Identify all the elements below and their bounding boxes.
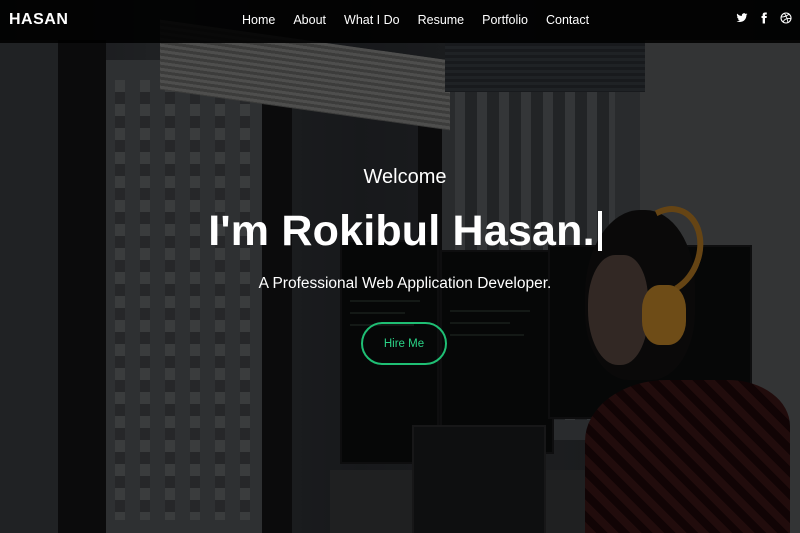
hero-headline-text: I'm Rokibul Hasan. <box>208 207 595 255</box>
social-links <box>736 12 792 24</box>
nav-link-home[interactable]: Home <box>242 13 275 27</box>
hero-section: Welcome I'm Rokibul Hasan. A Professiona… <box>0 0 800 533</box>
nav-link-portfolio[interactable]: Portfolio <box>482 13 528 27</box>
nav-link-contact[interactable]: Contact <box>546 13 589 27</box>
twitter-icon[interactable] <box>736 12 748 24</box>
hero-subtitle: A Professional Web Application Developer… <box>258 275 552 292</box>
hire-me-button[interactable]: Hire Me <box>361 322 447 365</box>
dribbble-icon[interactable] <box>780 12 792 24</box>
nav-link-resume[interactable]: Resume <box>418 13 465 27</box>
hero-headline: I'm Rokibul Hasan. <box>0 207 800 256</box>
main-nav: Home About What I Do Resume Portfolio Co… <box>242 13 607 27</box>
facebook-icon[interactable] <box>758 12 770 24</box>
nav-link-about[interactable]: About <box>293 13 326 27</box>
nav-link-what-i-do[interactable]: What I Do <box>344 13 400 27</box>
typing-cursor <box>597 211 602 251</box>
top-navbar: HASAN Home About What I Do Resume Portfo… <box>0 0 800 43</box>
site-logo[interactable]: HASAN <box>9 11 68 29</box>
hero-welcome: Welcome <box>363 166 447 188</box>
